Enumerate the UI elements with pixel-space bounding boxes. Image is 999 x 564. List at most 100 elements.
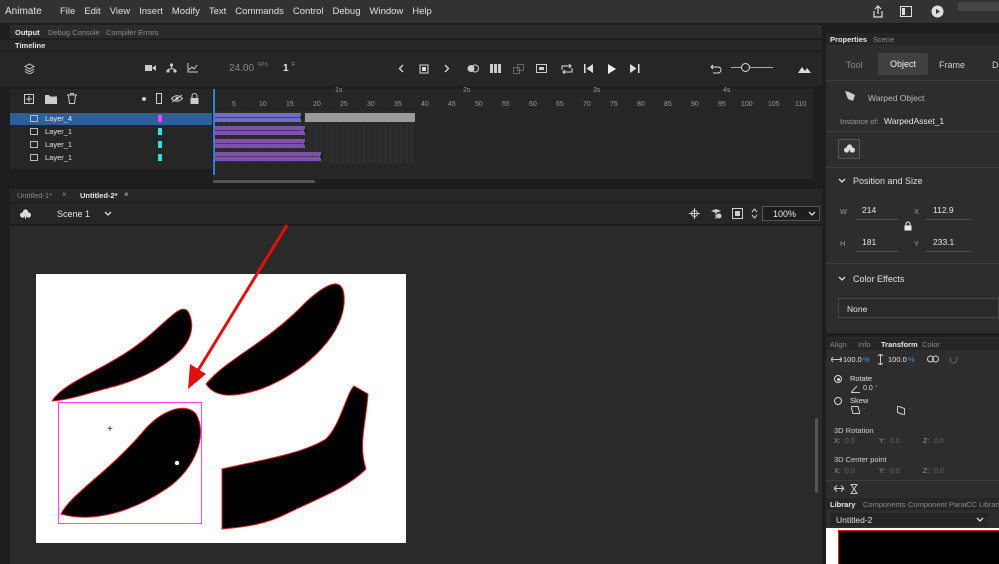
zoom-slider-handle[interactable] xyxy=(741,63,750,72)
constrain-link-icon[interactable] xyxy=(927,355,939,363)
width-value[interactable]: 214 xyxy=(862,205,876,215)
stage-scrollbar[interactable] xyxy=(815,418,818,493)
skew-v-value[interactable]: - xyxy=(909,406,911,413)
rot3d-y[interactable]: 0.0 xyxy=(890,438,900,445)
layer-row[interactable]: Layer_1 xyxy=(10,126,212,138)
tab-cc-libraries[interactable]: CC Libraries xyxy=(966,500,999,509)
transform-point-icon[interactable]: + xyxy=(107,424,113,435)
trash-icon[interactable] xyxy=(67,93,77,104)
outline-toggle-icon[interactable] xyxy=(156,93,162,104)
doc-tab-untitled-1[interactable]: Untitled-1* xyxy=(17,191,52,200)
menu-text[interactable]: Text xyxy=(209,6,226,17)
color-effect-dropdown[interactable]: None xyxy=(838,298,999,318)
new-folder-icon[interactable] xyxy=(45,94,57,104)
tab-align[interactable]: Align xyxy=(830,340,847,349)
height-value[interactable]: 181 xyxy=(862,237,876,247)
clip-content-icon[interactable] xyxy=(732,208,743,219)
last-frame-icon[interactable] xyxy=(630,64,640,73)
frames-area[interactable]: 1s 2s 3s 4s 5 10 15 20 25 30 35 40 45 50… xyxy=(213,87,813,183)
chevron-down-icon[interactable] xyxy=(838,276,846,281)
menu-file[interactable]: File xyxy=(60,6,75,17)
menu-modify[interactable]: Modify xyxy=(172,6,200,17)
hourglass-icon[interactable] xyxy=(850,484,858,494)
layer-row[interactable]: Layer_1 xyxy=(10,152,212,164)
tab-compiler-errors[interactable]: Compiler Errors xyxy=(106,28,159,37)
test-movie-icon[interactable] xyxy=(931,5,944,18)
undo-scale-icon[interactable] xyxy=(710,64,722,74)
layer-color-swatch[interactable] xyxy=(158,115,162,122)
fps-value[interactable]: 24.00 xyxy=(229,63,254,74)
tab-debug-console[interactable]: Debug Console xyxy=(48,28,100,37)
doc-tab-untitled-2[interactable]: Untitled-2* xyxy=(80,191,118,200)
position-size-title[interactable]: Position and Size xyxy=(853,176,923,186)
menu-debug[interactable]: Debug xyxy=(333,6,361,17)
lock-icon[interactable] xyxy=(190,93,199,104)
rot3d-x[interactable]: 0.0 xyxy=(845,438,855,445)
panel-splitter[interactable] xyxy=(826,333,999,337)
workspace-icon[interactable] xyxy=(900,6,912,17)
highlight-dot-icon[interactable] xyxy=(142,97,146,101)
menu-edit[interactable]: Edit xyxy=(84,6,100,17)
play-icon[interactable] xyxy=(607,64,616,74)
search-field[interactable] xyxy=(958,2,999,11)
playhead[interactable] xyxy=(213,89,215,175)
menu-commands[interactable]: Commands xyxy=(235,6,284,17)
loop-icon[interactable] xyxy=(561,64,573,74)
close-icon[interactable]: × xyxy=(124,190,129,199)
selection-box[interactable] xyxy=(58,402,202,524)
chevron-down-icon[interactable] xyxy=(104,211,112,216)
camera-icon[interactable] xyxy=(145,64,156,72)
chevron-right-icon[interactable] xyxy=(444,64,450,73)
keyframe-icon[interactable] xyxy=(419,64,429,74)
layer-name[interactable]: Layer_1 xyxy=(45,153,72,162)
mode-tab-doc[interactable]: D xyxy=(992,60,999,70)
tab-scene[interactable]: Scene xyxy=(873,35,894,44)
layer-name[interactable]: Layer_4 xyxy=(45,114,72,123)
instance-of-value[interactable]: WarpedAsset_1 xyxy=(884,116,944,126)
scene-selector[interactable]: Scene 1 xyxy=(57,209,90,219)
mode-tab-frame[interactable]: Frame xyxy=(939,60,965,70)
onion-skin-icon[interactable] xyxy=(467,64,479,73)
copy-transform-icon[interactable] xyxy=(834,484,844,493)
scale-height-value[interactable]: 100.0 xyxy=(888,355,907,364)
center3d-y[interactable]: 0.0 xyxy=(890,468,900,475)
tab-properties[interactable]: Properties xyxy=(830,35,867,44)
zoom-stepper-icon[interactable] xyxy=(751,207,758,220)
timeline-scrollbar[interactable] xyxy=(213,180,315,183)
x-value[interactable]: 112.9 xyxy=(933,205,954,215)
layer-row[interactable]: Layer_1 xyxy=(10,139,212,151)
layer-name[interactable]: Layer_1 xyxy=(45,140,72,149)
rotate-radio[interactable] xyxy=(834,375,842,383)
mode-tab-tool[interactable]: Tool xyxy=(846,60,863,70)
layer-name[interactable]: Layer_1 xyxy=(45,127,72,136)
edit-symbols-icon[interactable] xyxy=(710,208,722,219)
fit-mountain-icon[interactable] xyxy=(798,64,811,73)
menu-control[interactable]: Control xyxy=(293,6,324,17)
color-effects-title[interactable]: Color Effects xyxy=(853,274,904,284)
lock-icon[interactable] xyxy=(904,221,912,231)
center-stage-icon[interactable] xyxy=(689,208,700,219)
hide-eye-icon[interactable] xyxy=(171,94,183,103)
tab-components[interactable]: Components xyxy=(863,500,906,509)
first-frame-icon[interactable] xyxy=(584,64,594,73)
center3d-x[interactable]: 0.0 xyxy=(845,468,855,475)
layers-icon[interactable] xyxy=(24,63,35,74)
registration-point-icon[interactable] xyxy=(174,460,180,466)
layer-color-swatch[interactable] xyxy=(158,128,162,135)
chevron-left-icon[interactable] xyxy=(398,64,404,73)
tab-color[interactable]: Color xyxy=(922,340,940,349)
insert-frames-icon[interactable] xyxy=(536,64,547,73)
close-icon[interactable]: × xyxy=(62,190,67,199)
share-icon[interactable] xyxy=(872,5,884,18)
new-layer-icon[interactable] xyxy=(24,94,34,104)
layer-color-swatch[interactable] xyxy=(158,154,162,161)
menu-view[interactable]: View xyxy=(110,6,130,17)
graph-icon[interactable] xyxy=(187,63,198,73)
skew-radio[interactable] xyxy=(834,397,842,405)
edit-multiple-frames-icon[interactable] xyxy=(490,64,501,73)
layer-color-swatch[interactable] xyxy=(158,141,162,148)
timeline-zoom-slider[interactable] xyxy=(731,67,773,68)
tab-component-parameters[interactable]: Component Parar xyxy=(908,500,967,509)
tab-library[interactable]: Library xyxy=(830,500,855,509)
frame-number[interactable]: 1 xyxy=(283,63,289,74)
